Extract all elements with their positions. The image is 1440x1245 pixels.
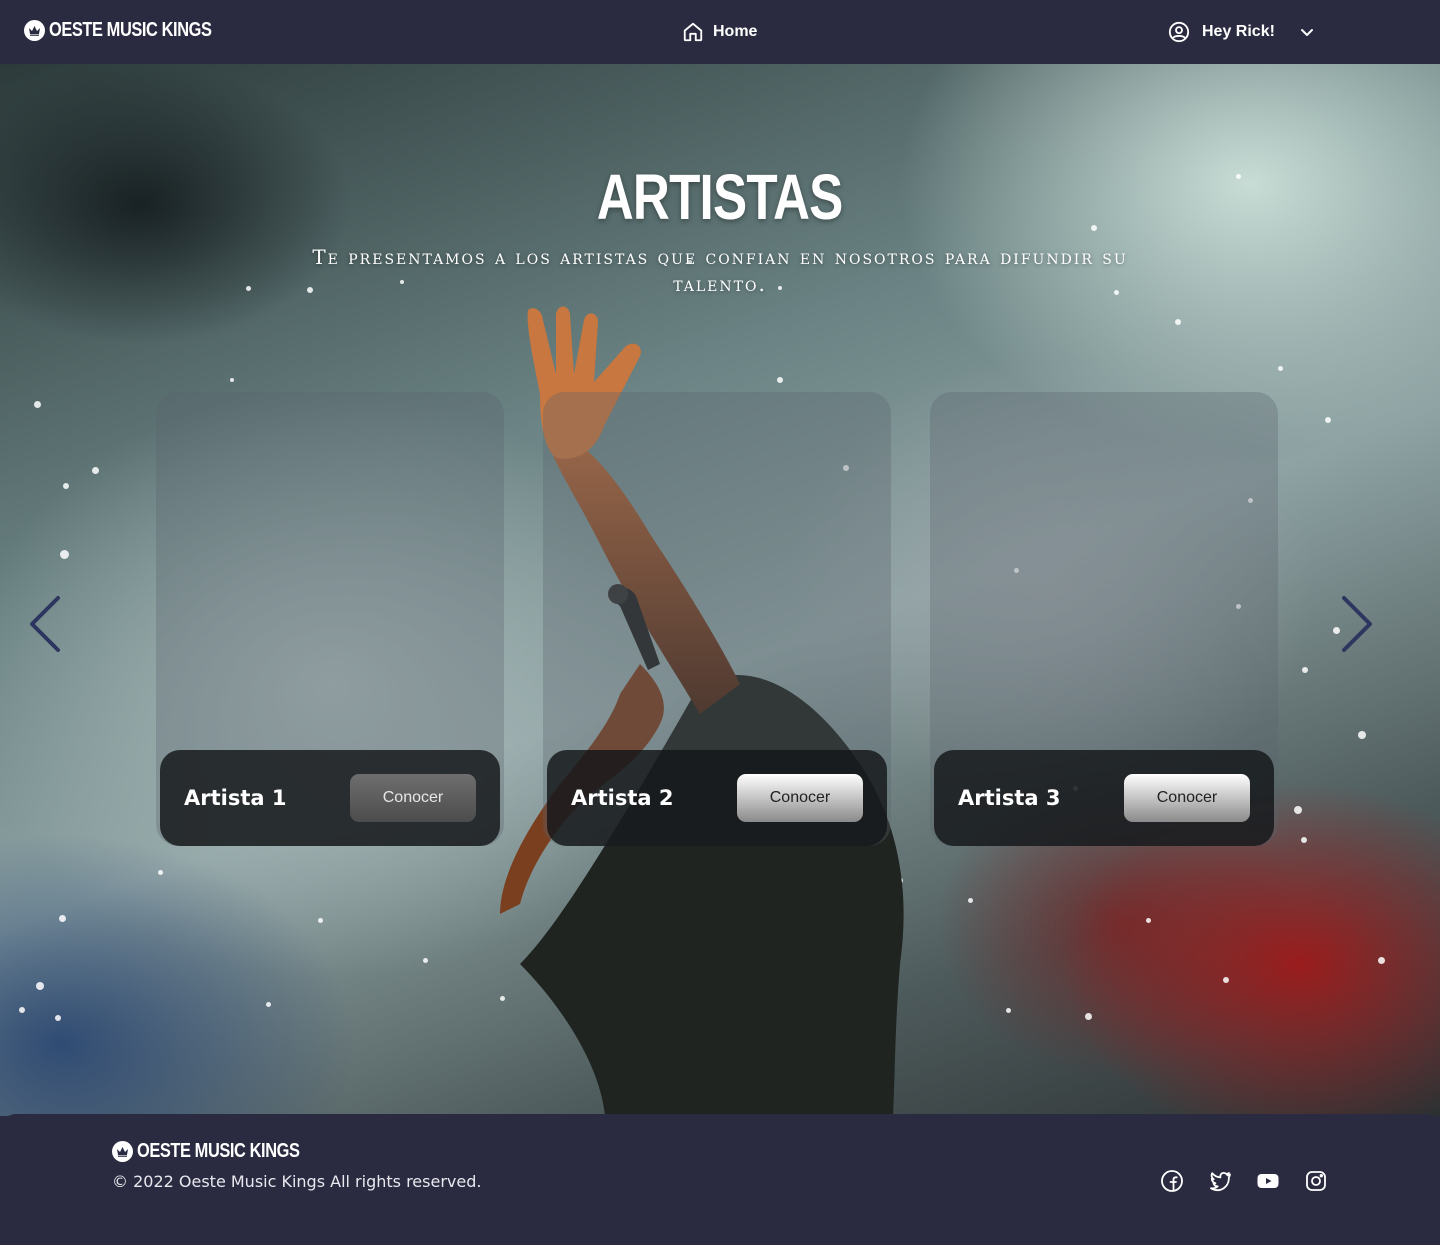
bokeh-sparkle: [317, 917, 323, 923]
conocer-button[interactable]: Conocer: [1124, 774, 1250, 822]
nav-home-label: Home: [713, 23, 758, 40]
bokeh-sparkle: [59, 549, 69, 559]
youtube-icon[interactable]: [1256, 1169, 1280, 1193]
brand-name: OESTE MUSIC KINGS: [49, 19, 212, 41]
bokeh-sparkle: [1377, 956, 1385, 964]
bokeh-sparkle: [1084, 1012, 1092, 1020]
crown-icon: [112, 1141, 133, 1162]
bokeh-sparkle: [245, 285, 251, 291]
bokeh-sparkle: [1145, 917, 1151, 923]
user-menu[interactable]: Hey Rick!: [1168, 21, 1315, 43]
bokeh-sparkle: [55, 1015, 61, 1021]
top-navbar: OESTE MUSIC KINGS Home Hey Rick!: [0, 0, 1440, 64]
artist-card[interactable]: Artista 2 Conocer: [543, 392, 891, 846]
carousel-prev-arrow[interactable]: [26, 594, 66, 654]
artist-name: Artista 3: [958, 786, 1061, 810]
copyright-text: © 2022 Oeste Music Kings All rights rese…: [112, 1172, 482, 1191]
bokeh-sparkle: [230, 378, 234, 382]
bokeh-sparkle: [1223, 977, 1229, 983]
bokeh-sparkle: [1005, 1007, 1011, 1013]
home-icon: [683, 22, 703, 42]
bokeh-sparkle: [58, 914, 66, 922]
conocer-button[interactable]: Conocer: [737, 774, 863, 822]
bokeh-sparkle: [422, 957, 428, 963]
artist-card-footer: Artista 2 Conocer: [547, 750, 887, 846]
page-title: ARTISTAS: [597, 161, 844, 233]
artist-card-footer: Artista 1 Conocer: [160, 750, 500, 846]
footer: OESTE MUSIC KINGS © 2022 Oeste Music Kin…: [0, 1114, 1440, 1245]
bokeh-sparkle: [36, 982, 44, 990]
bokeh-sparkle: [63, 483, 69, 489]
bokeh-sparkle: [777, 377, 783, 383]
footer-brand-logo[interactable]: OESTE MUSIC KINGS: [112, 1140, 335, 1163]
bokeh-sparkle: [897, 877, 903, 883]
artist-card[interactable]: Artista 1 Conocer: [156, 392, 504, 846]
bokeh-sparkle: [19, 1007, 25, 1013]
bokeh-sparkle: [499, 995, 505, 1001]
bokeh-sparkle: [967, 897, 973, 903]
bokeh-sparkle: [1302, 667, 1308, 673]
conocer-button[interactable]: Conocer: [350, 774, 476, 822]
bokeh-sparkle: [265, 1001, 271, 1007]
artist-name: Artista 2: [571, 786, 674, 810]
bokeh-sparkle: [1358, 731, 1366, 739]
artist-card-footer: Artista 3 Conocer: [934, 750, 1274, 846]
bokeh-sparkle: [157, 869, 163, 875]
bokeh-sparkle: [1301, 837, 1307, 843]
crown-icon: [24, 20, 45, 41]
instagram-icon[interactable]: [1304, 1169, 1328, 1193]
user-circle-icon: [1168, 21, 1190, 43]
carousel-next-arrow[interactable]: [1336, 594, 1376, 654]
footer-brand-name: OESTE MUSIC KINGS: [137, 1140, 300, 1162]
artist-card[interactable]: Artista 3 Conocer: [930, 392, 1278, 846]
bokeh-sparkle: [1277, 365, 1283, 371]
bokeh-sparkle: [1325, 417, 1331, 423]
twitter-icon[interactable]: [1208, 1169, 1232, 1193]
chevron-down-icon[interactable]: [1299, 24, 1315, 40]
artist-name: Artista 1: [184, 786, 287, 810]
facebook-icon[interactable]: [1160, 1169, 1184, 1193]
brand-logo[interactable]: OESTE MUSIC KINGS: [24, 19, 247, 42]
page-subtitle: Te presentamos a los artistas que confia…: [312, 245, 1128, 296]
bokeh-sparkle: [91, 466, 99, 474]
nav-home-link[interactable]: Home: [682, 21, 757, 43]
bokeh-sparkle: [33, 400, 41, 408]
bokeh-sparkle: [1175, 319, 1181, 325]
user-greeting: Hey Rick!: [1202, 23, 1275, 40]
hero-section: ARTISTAS Te presentamos a los artistas q…: [0, 64, 1440, 1116]
bokeh-sparkle: [1294, 806, 1302, 814]
